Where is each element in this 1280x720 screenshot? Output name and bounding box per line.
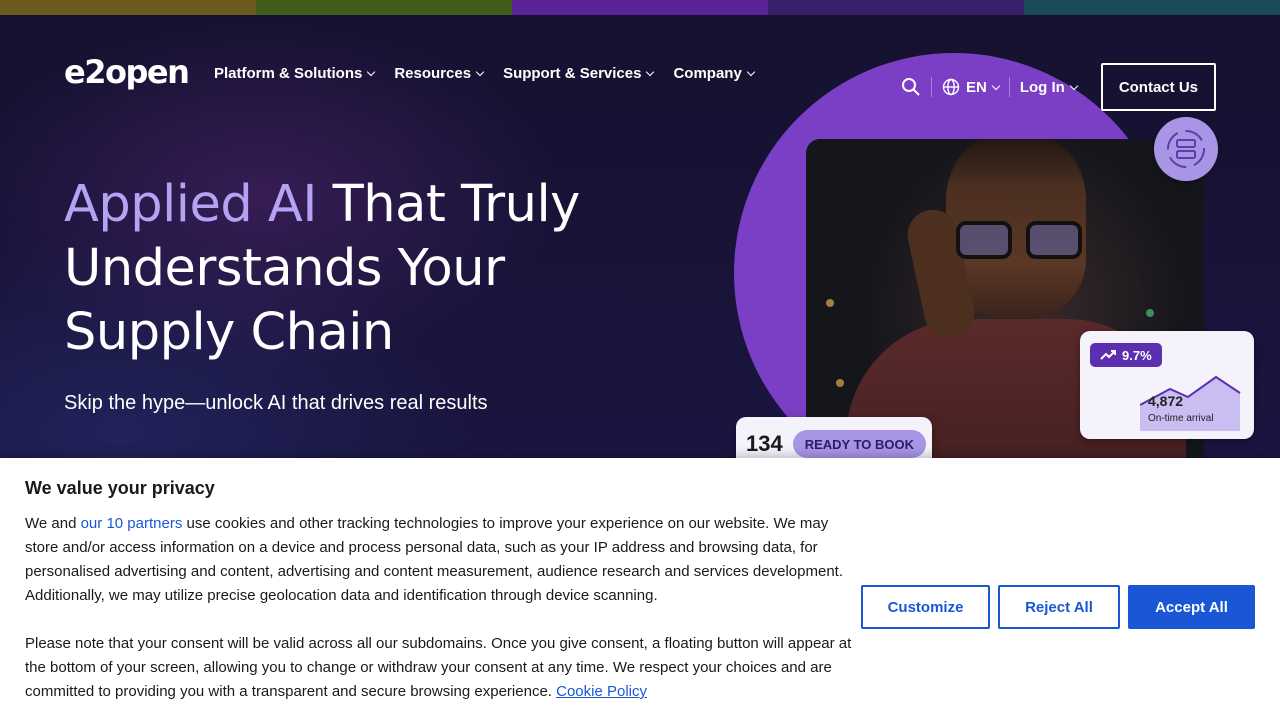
- nav-link-label: Resources: [394, 65, 472, 82]
- booking-count: 134: [746, 431, 783, 456]
- nav-company[interactable]: Company: [673, 65, 756, 82]
- bokeh-light: [1146, 309, 1154, 317]
- consent-paragraph: We and our 10 partners use cookies and o…: [25, 512, 855, 608]
- e2open-logo[interactable]: e2open: [64, 53, 190, 91]
- nav-link-label: Platform & Solutions: [214, 65, 363, 82]
- chevron-down-icon: [1069, 81, 1079, 90]
- nav-link-label: Support & Services: [503, 65, 642, 82]
- sync-icon: [1167, 130, 1205, 168]
- hero-headline: Applied AI That Truly Understands Your S…: [64, 173, 624, 365]
- headline-part: That Truly: [316, 175, 581, 234]
- booking-status: READY TO BOOK: [792, 430, 927, 458]
- nav-resources[interactable]: Resources: [394, 65, 485, 82]
- login-menu[interactable]: Log In: [1019, 78, 1079, 96]
- cookie-policy-link[interactable]: Cookie Policy: [556, 683, 647, 700]
- headline-part: Supply Chain: [64, 303, 394, 362]
- partners-link[interactable]: our 10 partners: [81, 515, 183, 532]
- chevron-down-icon: [475, 67, 485, 77]
- accept-all-button[interactable]: Accept All: [1128, 585, 1255, 629]
- headline-part: Understands Your: [64, 239, 505, 298]
- chevron-down-icon: [991, 81, 1001, 90]
- cookie-consent-banner: We value your privacy We and our 10 part…: [0, 458, 1280, 720]
- stripe-segment: [0, 0, 256, 15]
- consent-paragraph: Please note that your consent will be va…: [25, 632, 855, 704]
- consent-text-part: Please note that your consent will be va…: [25, 635, 852, 700]
- consent-actions: Customize Reject All Accept All: [861, 585, 1255, 629]
- hero-subhead: Skip the hype—unlock AI that drives real…: [64, 392, 488, 414]
- language-selector[interactable]: EN: [942, 78, 1001, 96]
- nav-links: Platform & Solutions Resources Support &…: [214, 65, 756, 82]
- stat-value: 4,872: [1148, 393, 1184, 409]
- chevron-down-icon: [746, 67, 756, 77]
- nav-link-label: Company: [673, 65, 742, 82]
- bokeh-light: [826, 299, 834, 307]
- stripe-segment: [256, 0, 512, 15]
- globe-icon: [942, 78, 960, 96]
- search-icon[interactable]: [901, 77, 921, 97]
- nav-platform-solutions[interactable]: Platform & Solutions: [214, 65, 376, 82]
- consent-body: We and our 10 partners use cookies and o…: [25, 512, 855, 704]
- stripe-segment: [512, 0, 768, 15]
- trend-up-icon: [1100, 350, 1116, 360]
- login-label: Log In: [1019, 78, 1065, 96]
- stat-change: 9.7%: [1122, 347, 1152, 363]
- stripe-segment: [1024, 0, 1280, 15]
- stat-label: On-time arrival: [1148, 413, 1214, 424]
- reject-all-button[interactable]: Reject All: [998, 585, 1120, 629]
- divider: [930, 77, 932, 97]
- stripe-segment: [768, 0, 1024, 15]
- divider: [1008, 77, 1010, 97]
- glasses-lens: [956, 221, 1012, 259]
- glasses: [956, 221, 1086, 261]
- glasses-lens: [1026, 221, 1082, 259]
- bokeh-light: [836, 379, 844, 387]
- consent-text-part: We and: [25, 515, 81, 532]
- customize-button[interactable]: Customize: [861, 585, 990, 629]
- contact-us-button[interactable]: Contact Us: [1100, 63, 1216, 111]
- chevron-down-icon: [367, 67, 376, 77]
- headline-accent: Applied AI: [64, 175, 317, 234]
- nav-support-services[interactable]: Support & Services: [503, 65, 655, 82]
- language-label: EN: [965, 78, 987, 96]
- stat-card: 9.7% 4,872 On-time arrival: [1080, 331, 1254, 439]
- consent-title: We value your privacy: [25, 478, 215, 498]
- color-stripe: [0, 0, 1280, 15]
- chevron-down-icon: [646, 67, 655, 77]
- nav-utilities: EN Log In Contact Us: [901, 63, 1216, 111]
- main-nav: e2open Platform & Solutions Resources Su…: [0, 15, 1280, 130]
- stat-change-pill: 9.7%: [1090, 343, 1162, 367]
